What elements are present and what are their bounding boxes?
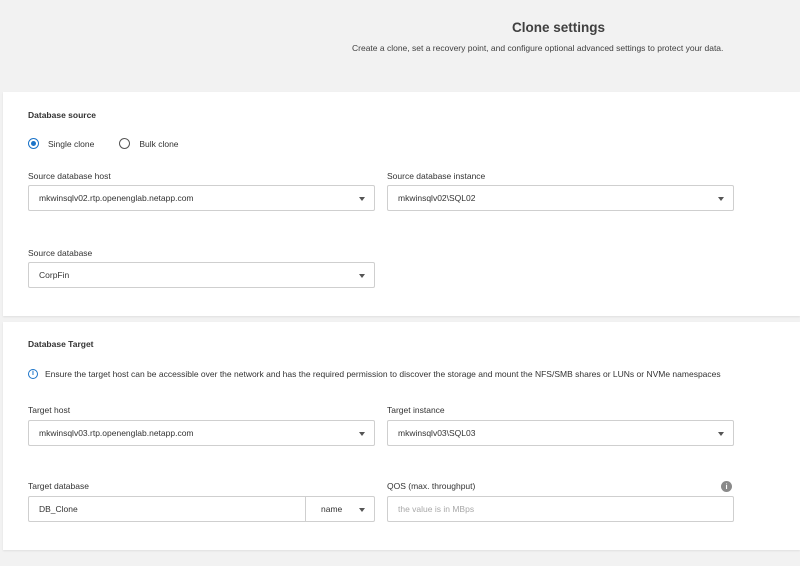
chevron-down-icon xyxy=(718,197,724,201)
database-source-title: Database source xyxy=(28,110,97,120)
chevron-down-icon xyxy=(359,197,365,201)
page-title: Clone settings xyxy=(512,20,606,35)
target-database-suffix-select[interactable]: name xyxy=(305,497,374,521)
single-clone-option[interactable]: Single clone xyxy=(28,138,94,149)
bulk-clone-option[interactable]: Bulk clone xyxy=(119,138,179,149)
target-database-suffix-value: name xyxy=(321,504,343,514)
source-instance-select[interactable]: mkwinsqlv02\SQL02 xyxy=(387,185,734,211)
info-icon: i xyxy=(28,369,38,379)
target-host-value: mkwinsqlv03.rtp.openenglab.netapp.com xyxy=(39,428,194,438)
single-clone-radio[interactable] xyxy=(28,138,39,149)
source-host-label: Source database host xyxy=(28,171,111,181)
target-database-input[interactable]: DB_Clone xyxy=(29,497,305,521)
target-host-label: Target host xyxy=(28,405,71,415)
target-instance-label: Target instance xyxy=(387,405,445,415)
clone-mode-radio-group: Single clone Bulk clone xyxy=(28,138,179,149)
source-host-select[interactable]: mkwinsqlv02.rtp.openenglab.netapp.com xyxy=(28,185,375,211)
source-host-value: mkwinsqlv02.rtp.openenglab.netapp.com xyxy=(39,193,194,203)
source-instance-value: mkwinsqlv02\SQL02 xyxy=(398,193,476,203)
chevron-down-icon xyxy=(359,432,365,436)
chevron-down-icon xyxy=(359,508,365,512)
database-target-title: Database Target xyxy=(28,339,94,349)
target-info-text: Ensure the target host can be accessible… xyxy=(45,369,721,379)
source-instance-label: Source database instance xyxy=(387,171,486,181)
qos-info-icon[interactable]: i xyxy=(721,481,732,492)
single-clone-label: Single clone xyxy=(48,138,95,149)
source-database-select[interactable]: CorpFin xyxy=(28,262,375,288)
target-instance-value: mkwinsqlv03\SQL03 xyxy=(398,428,476,438)
chevron-down-icon xyxy=(359,274,365,278)
target-instance-select[interactable]: mkwinsqlv03\SQL03 xyxy=(387,420,734,446)
target-database-label: Target database xyxy=(28,481,89,491)
target-host-select[interactable]: mkwinsqlv03.rtp.openenglab.netapp.com xyxy=(28,420,375,446)
qos-placeholder: the value is in MBps xyxy=(398,504,475,514)
source-database-label: Source database xyxy=(28,248,93,258)
target-database-value: DB_Clone xyxy=(39,504,78,514)
bulk-clone-label: Bulk clone xyxy=(139,138,179,149)
target-database-field: DB_Clone name xyxy=(28,496,375,522)
page-header: Clone settings Create a clone, set a rec… xyxy=(0,0,800,88)
qos-label: QOS (max. throughput) xyxy=(387,481,476,491)
chevron-down-icon xyxy=(718,432,724,436)
page-subtitle: Create a clone, set a recovery point, an… xyxy=(352,43,724,53)
database-target-card: Database Target i Ensure the target host… xyxy=(3,322,800,550)
database-source-card: Database source Single clone Bulk clone … xyxy=(3,92,800,316)
target-info-note: i Ensure the target host can be accessib… xyxy=(28,369,721,379)
qos-input[interactable]: the value is in MBps xyxy=(387,496,734,522)
source-database-value: CorpFin xyxy=(39,270,70,280)
bulk-clone-radio[interactable] xyxy=(119,138,131,149)
